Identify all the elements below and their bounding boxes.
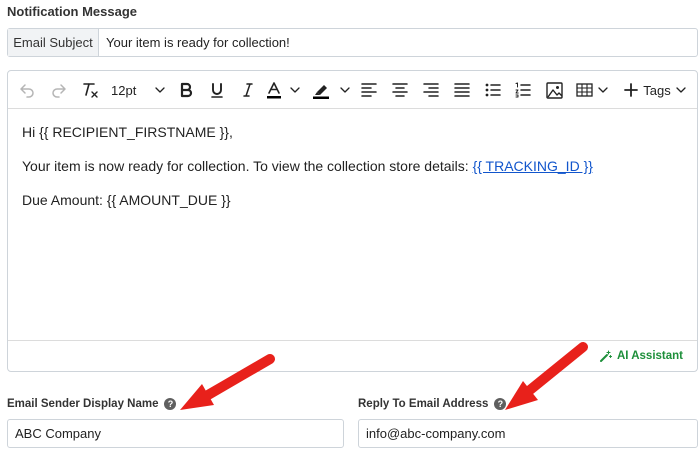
sender-name-label-text: Email Sender Display Name: [7, 398, 159, 410]
ai-assistant-button[interactable]: AI Assistant: [599, 341, 683, 371]
chevron-down-icon: [676, 87, 686, 93]
italic-icon: [243, 83, 253, 97]
insert-table-button[interactable]: [573, 71, 611, 109]
italic-button[interactable]: [233, 71, 263, 109]
email-subject-label: Email Subject: [8, 29, 99, 56]
undo-icon: [20, 84, 34, 98]
align-center-icon: [392, 83, 408, 97]
sender-name-label: Email Sender Display Name ?: [7, 398, 177, 410]
numbered-list-button[interactable]: [509, 71, 537, 109]
redo-button[interactable]: [46, 71, 72, 109]
editor-content[interactable]: Hi {{ RECIPIENT_FIRSTNAME }}, Your item …: [22, 123, 683, 226]
chevron-down-icon: [155, 87, 165, 93]
chevron-down-icon: [290, 87, 300, 93]
plus-icon: [624, 83, 638, 97]
align-right-button[interactable]: [417, 71, 445, 109]
collection-text: Your item is now ready for collection. T…: [22, 158, 473, 175]
highlight-color-button[interactable]: [308, 71, 354, 109]
greeting-line: Hi {{ RECIPIENT_FIRSTNAME }},: [22, 124, 233, 140]
sender-name-input[interactable]: [7, 419, 344, 448]
align-right-icon: [423, 83, 439, 97]
collection-line: Your item is now ready for collection. T…: [22, 157, 683, 175]
ai-assistant-label: AI Assistant: [616, 350, 683, 362]
highlighter-icon: [313, 85, 329, 99]
email-subject-input[interactable]: [99, 29, 697, 56]
font-size-value: 12pt: [111, 82, 137, 98]
redo-icon: [52, 84, 66, 98]
due-amount-line: Due Amount: {{ AMOUNT_DUE }}: [22, 192, 231, 209]
align-left-icon: [361, 83, 377, 97]
section-title: Notification Message: [7, 4, 138, 19]
rich-text-editor: 12pt Tags Hi {{RECIPIENT_FIRSTNAME}}, …: [7, 70, 698, 372]
undo-button[interactable]: [14, 71, 40, 109]
email-subject-row: Email Subject: [7, 28, 698, 57]
help-icon[interactable]: ?: [164, 398, 177, 410]
chevron-down-icon: [340, 87, 350, 93]
insert-image-button[interactable]: [539, 71, 569, 109]
bold-icon: [180, 82, 193, 98]
font-size-select[interactable]: 12pt: [107, 71, 169, 109]
magic-wand-icon: [599, 349, 612, 362]
reply-to-label: Reply To Email Address ?: [358, 398, 507, 410]
image-icon: [545, 81, 563, 99]
align-left-button[interactable]: [355, 71, 383, 109]
bullet-list-icon: [485, 83, 501, 97]
editor-statusbar: AI Assistant: [8, 340, 697, 371]
editor-toolbar: 12pt Tags: [8, 71, 697, 109]
tags-menu-button[interactable]: Tags: [622, 71, 688, 109]
tracking-id-link[interactable]: {{ TRACKING_ID }}: [473, 158, 593, 174]
help-icon[interactable]: ?: [494, 398, 507, 410]
clear-formatting-button[interactable]: [77, 71, 103, 109]
tags-label: Tags: [643, 82, 671, 98]
reply-to-label-text: Reply To Email Address: [358, 398, 489, 410]
chevron-down-icon: [598, 87, 608, 93]
align-center-button[interactable]: [386, 71, 414, 109]
bold-button[interactable]: [171, 71, 201, 109]
numbered-list-icon: [515, 82, 531, 98]
bullet-list-button[interactable]: [479, 71, 507, 109]
reply-to-input[interactable]: [358, 419, 698, 448]
clear-formatting-icon: [83, 83, 98, 98]
underline-icon: [211, 83, 223, 98]
justify-button[interactable]: [448, 71, 476, 109]
text-color-icon: [267, 82, 281, 99]
justify-icon: [454, 83, 470, 97]
text-color-button[interactable]: [262, 71, 304, 109]
underline-button[interactable]: [202, 71, 232, 109]
table-icon: [576, 83, 593, 97]
